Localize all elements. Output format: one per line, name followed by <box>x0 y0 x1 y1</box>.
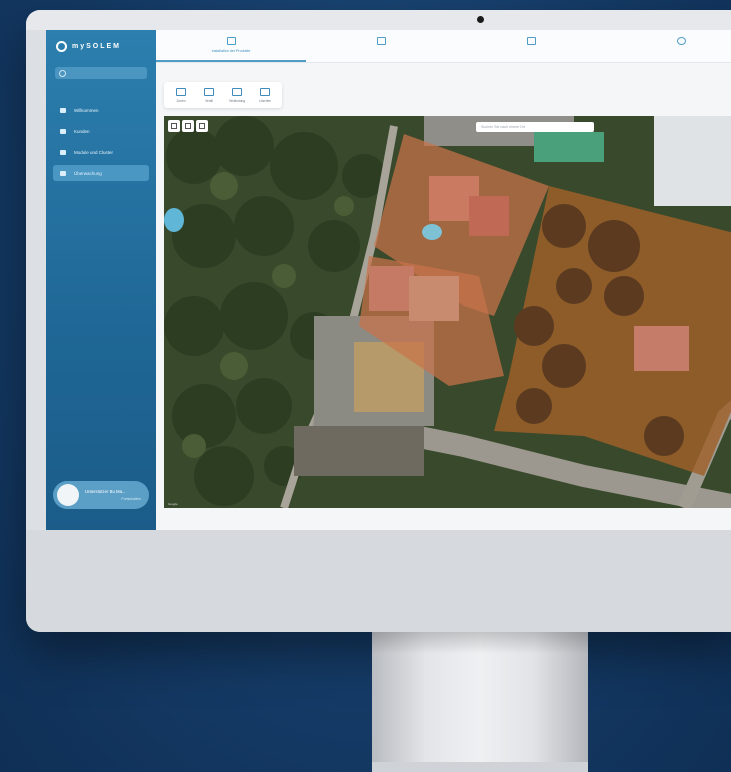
tab-calendar[interactable] <box>306 30 456 62</box>
user-name: Unterstützer Bu Ma... <box>85 489 126 494</box>
link-icon <box>232 88 242 96</box>
camera-icon <box>477 16 484 23</box>
valve-icon <box>204 88 214 96</box>
tab-camera[interactable] <box>456 30 606 62</box>
top-tab-bar: Installation der Produkte <box>156 30 731 63</box>
sidebar-item-label: Überwachung <box>74 170 102 176</box>
logo-icon <box>56 41 67 52</box>
avatar <box>57 484 79 506</box>
calendar-icon <box>376 37 386 45</box>
map-attribution: Google <box>168 502 178 506</box>
sidebar-item-willkommen[interactable]: Willkommen <box>53 102 149 118</box>
sidebar-item-ueberwachung[interactable]: Überwachung <box>53 165 149 181</box>
sidebar-item-label: Willkommen <box>74 107 99 113</box>
tool-label: Ventil <box>205 99 213 103</box>
tool-label: Zonen <box>176 99 186 103</box>
camera-icon <box>526 37 536 45</box>
sidebar-search-input[interactable] <box>55 67 147 79</box>
center-icon <box>199 123 205 129</box>
map-fullscreen-button[interactable] <box>182 120 194 132</box>
layout-icon <box>226 37 236 45</box>
tool-loeschen-button[interactable]: Löschen <box>252 82 278 108</box>
map-imagery <box>164 116 731 508</box>
module-icon <box>60 149 66 155</box>
sidebar: mySOLEM Willkommen Kunden Module und Clu… <box>46 30 156 530</box>
monitor-bezel <box>26 10 731 30</box>
tab-label: Installation der Produkte <box>211 49 251 53</box>
tool-label: Verbindung <box>228 99 246 103</box>
sidebar-item-label: Kunden <box>74 128 90 134</box>
stand-shadow <box>372 632 588 654</box>
map-icon <box>60 170 66 176</box>
map-layer-button[interactable] <box>168 120 180 132</box>
monitor-frame: mySOLEM Willkommen Kunden Module und Clu… <box>26 10 731 632</box>
stand-foot <box>372 762 588 772</box>
monitor-chin <box>26 530 731 632</box>
sprinkler-icon <box>176 88 186 96</box>
tab-installation[interactable]: Installation der Produkte <box>156 30 306 62</box>
user-icon <box>60 128 66 134</box>
sidebar-item-module[interactable]: Module und Cluster <box>53 144 149 160</box>
brand-logo[interactable]: mySOLEM <box>56 41 121 52</box>
brand-name: mySOLEM <box>72 43 122 50</box>
map-center-button[interactable] <box>196 120 208 132</box>
tool-label: Löschen <box>258 99 272 103</box>
user-profile-card[interactable]: Unterstützer Bu Ma... Freischalten <box>53 481 149 509</box>
fullscreen-icon <box>185 123 191 129</box>
active-tab-indicator <box>156 60 306 62</box>
person-icon <box>676 37 686 45</box>
tool-ventil-button[interactable]: Ventil <box>196 82 222 108</box>
trash-icon <box>260 88 270 96</box>
sidebar-item-label: Module und Cluster <box>74 149 114 155</box>
tab-person[interactable] <box>606 30 731 62</box>
home-icon <box>60 107 66 113</box>
satellite-map[interactable]: Suchen Sie nach einem Ort Google <box>164 116 731 508</box>
app-window: mySOLEM Willkommen Kunden Module und Clu… <box>46 30 731 530</box>
map-controls <box>168 120 208 132</box>
tool-zonen-button[interactable]: Zonen <box>168 82 194 108</box>
tool-palette: Zonen Ventil Verbindung Löschen <box>164 82 282 108</box>
layers-icon <box>171 123 177 129</box>
user-role: Freischalten <box>121 497 141 501</box>
tool-verbindung-button[interactable]: Verbindung <box>224 82 250 108</box>
map-search-input[interactable]: Suchen Sie nach einem Ort <box>476 122 594 132</box>
search-icon <box>59 70 66 77</box>
sidebar-item-kunden[interactable]: Kunden <box>53 123 149 139</box>
